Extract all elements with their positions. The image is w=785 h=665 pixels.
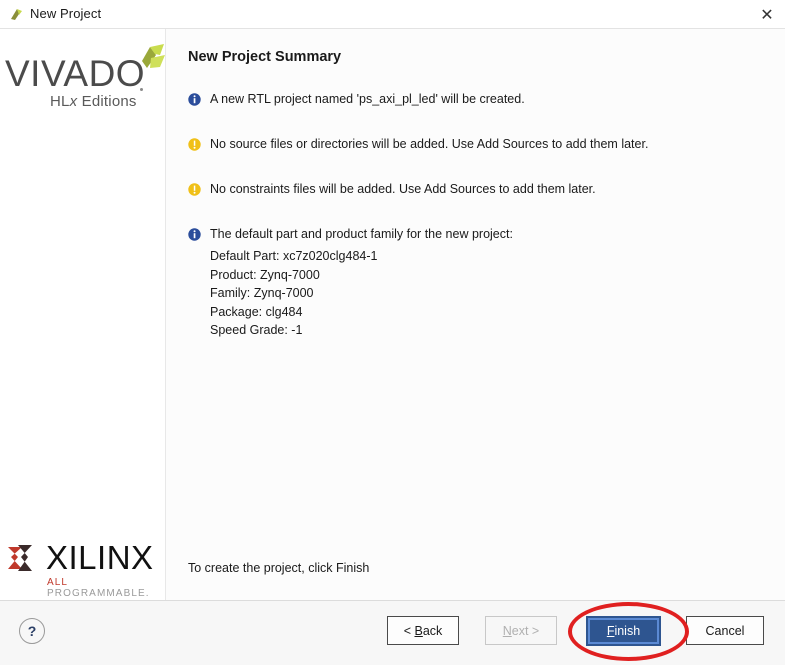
detail-default-part: Default Part: xc7z020clg484-1 [210, 249, 378, 263]
summary-item-text: A new RTL project named 'ps_axi_pl_led' … [210, 92, 525, 106]
finish-button-label: Finish [606, 624, 641, 638]
xilinx-tagline: ALL PROGRAMMABLE. [47, 577, 150, 599]
dialog-title: New Project [30, 6, 102, 21]
xilinx-tagline-all: ALL [47, 577, 68, 588]
dialog-content: New Project Summary A new RTL project na… [166, 29, 785, 600]
summary-item: No source files or directories will be a… [188, 136, 768, 153]
summary-item-text: No constraints files will be added. Use … [210, 182, 596, 196]
part-detail-list: Default Part: xc7z020clg484-1 Product: Z… [210, 247, 768, 340]
xilinx-tagline-programmable: PROGRAMMABLE [47, 588, 146, 599]
summary-item: No constraints files will be added. Use … [188, 181, 768, 198]
summary-list: A new RTL project named 'ps_axi_pl_led' … [188, 91, 768, 368]
cancel-button-label: Cancel [705, 623, 745, 638]
finish-hint-text: To create the project, click Finish [188, 561, 370, 575]
detail-package: Package: clg484 [210, 304, 303, 319]
detail-family: Family: Zynq-7000 [210, 286, 314, 300]
xilinx-x-mark-icon [6, 543, 42, 578]
warning-icon [188, 183, 201, 196]
vivado-leaf-mark-icon [120, 43, 168, 88]
dialog-body: VIVADO HLx Editions XILINX ALL PROGRAMMA… [0, 29, 785, 600]
xilinx-logo: XILINX ALL PROGRAMMABLE. [6, 539, 164, 599]
vivado-edition-label: HLx Editions [50, 93, 137, 110]
info-icon [188, 228, 201, 241]
info-icon [188, 93, 201, 106]
help-icon[interactable]: ? [19, 618, 45, 644]
summary-item-text: The default part and product family for … [210, 227, 513, 241]
next-button-label: Next > [502, 623, 540, 638]
summary-item: A new RTL project named 'ps_axi_pl_led' … [188, 91, 768, 108]
vivado-arrow-icon [9, 7, 25, 23]
summary-item-text: No source files or directories will be a… [210, 137, 649, 151]
cancel-button[interactable]: Cancel [686, 616, 764, 645]
vivado-registered-dot [140, 88, 143, 91]
new-project-dialog: New Project ✕ VIVADO HLx Editions XILINX… [0, 0, 785, 665]
dialog-sidebar: VIVADO HLx Editions XILINX ALL PROGRAMMA… [0, 29, 166, 600]
back-button[interactable]: < Back [387, 616, 459, 645]
summary-item: The default part and product family for … [188, 226, 768, 340]
detail-product: Product: Zynq-7000 [210, 267, 320, 282]
next-button: Next > [485, 616, 557, 645]
warning-icon [188, 138, 201, 151]
detail-speed-grade: Speed Grade: -1 [210, 323, 303, 337]
xilinx-wordmark: XILINX [46, 539, 154, 576]
back-button-label: < Back [403, 623, 443, 638]
vivado-logo: VIVADO HLx Editions [2, 43, 165, 113]
dialog-titlebar: New Project ✕ [0, 0, 785, 29]
page-title: New Project Summary [188, 49, 342, 65]
finish-button[interactable]: Finish [586, 616, 661, 646]
close-icon[interactable]: ✕ [755, 4, 779, 26]
